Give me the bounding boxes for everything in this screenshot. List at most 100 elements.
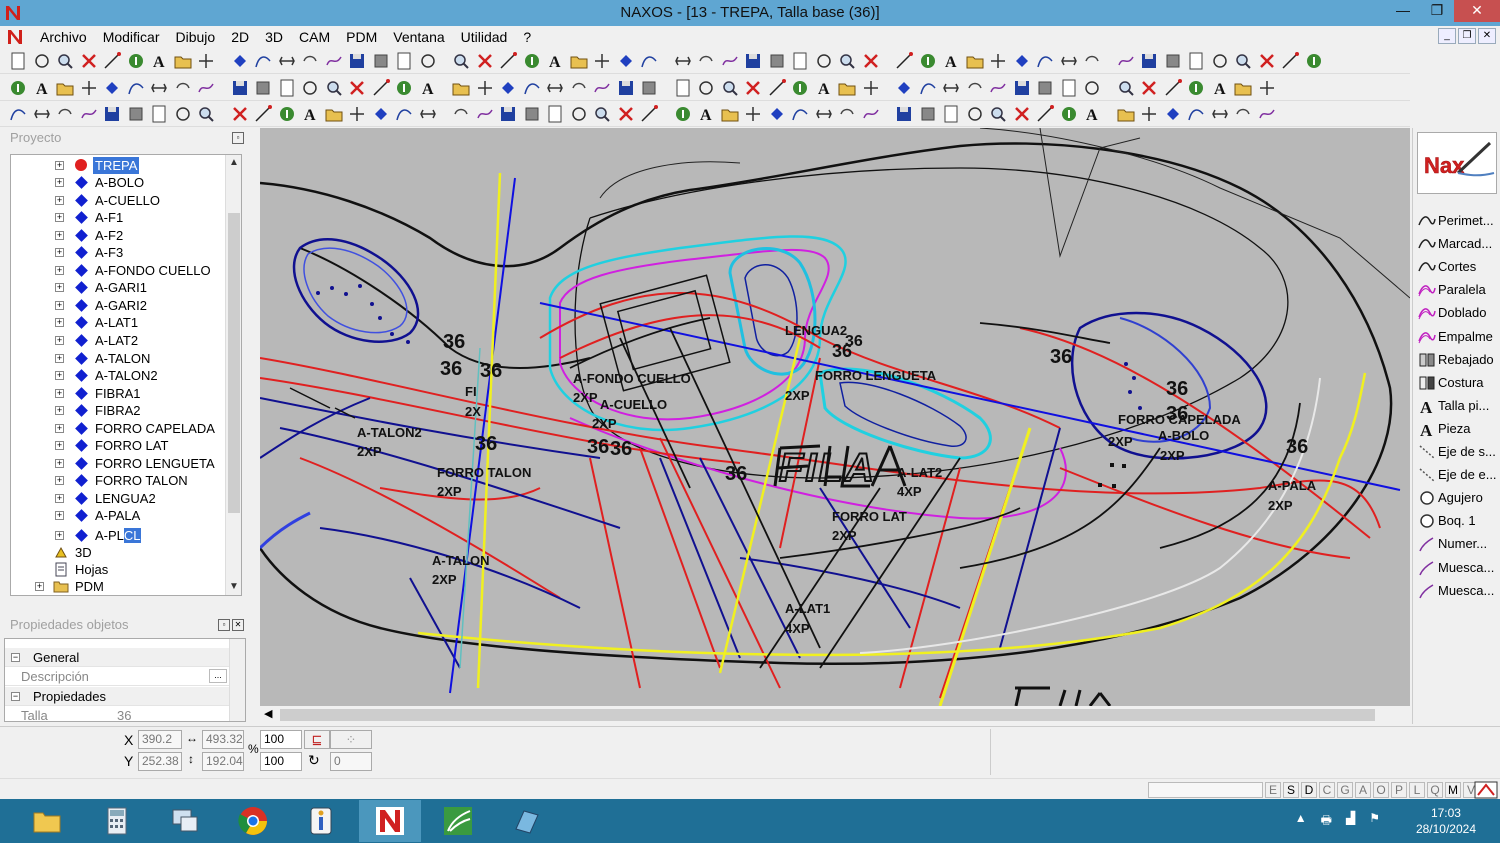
toolbar-tool-icon[interactable] bbox=[1210, 51, 1230, 71]
toolbar-tool-icon[interactable] bbox=[173, 78, 193, 98]
tool-button[interactable]: Doblado bbox=[1417, 302, 1500, 324]
toolbar-tool-icon[interactable] bbox=[126, 51, 146, 71]
toolbar-tool-icon[interactable] bbox=[79, 104, 99, 124]
expand-icon[interactable]: + bbox=[55, 423, 64, 433]
scale-y-field[interactable]: 100 bbox=[260, 752, 302, 771]
tree-item-hojas[interactable]: Hojas bbox=[11, 561, 226, 578]
restore-button[interactable]: ❐ bbox=[1420, 0, 1454, 22]
expand-icon[interactable]: + bbox=[55, 371, 64, 381]
toolbar-tool-icon[interactable] bbox=[522, 78, 542, 98]
tree-item-pdm[interactable]: + PDM bbox=[11, 578, 226, 595]
height-field[interactable]: 192.04 bbox=[202, 752, 244, 771]
toolbar-tool-icon[interactable] bbox=[475, 51, 495, 71]
expand-icon[interactable]: + bbox=[35, 582, 44, 591]
tool-button[interactable]: Rebajado bbox=[1417, 349, 1500, 371]
expand-icon[interactable]: + bbox=[55, 388, 64, 398]
status-toggle[interactable]: L bbox=[1409, 782, 1425, 798]
toolbar-tool-icon[interactable] bbox=[324, 104, 344, 124]
doc-close-button[interactable]: ✕ bbox=[1478, 28, 1496, 44]
toolbar-tool-icon[interactable] bbox=[1186, 78, 1206, 98]
toolbar-tool-icon[interactable] bbox=[277, 104, 297, 124]
toolbar-tool-icon[interactable] bbox=[371, 104, 391, 124]
toolbar-tool-icon[interactable] bbox=[1280, 51, 1300, 71]
toolbar-tool-icon[interactable] bbox=[767, 51, 787, 71]
toolbar-tool-icon[interactable] bbox=[837, 78, 857, 98]
rotation-field[interactable]: 0 bbox=[330, 752, 372, 771]
toolbar-tool-icon[interactable] bbox=[965, 104, 985, 124]
toolbar-tool-icon[interactable] bbox=[324, 51, 344, 71]
toolbar-tool-icon[interactable] bbox=[1139, 104, 1159, 124]
toolbar-tool-icon[interactable] bbox=[837, 104, 857, 124]
toolbar-tool-icon[interactable] bbox=[230, 78, 250, 98]
toolbar-tool-icon[interactable] bbox=[498, 51, 518, 71]
tool-button[interactable]: Marcad... bbox=[1417, 233, 1500, 255]
toolbar-tool-icon[interactable] bbox=[569, 78, 589, 98]
status-toggle[interactable]: D bbox=[1301, 782, 1317, 798]
toolbar-tool-icon[interactable] bbox=[616, 78, 636, 98]
toolbar-tool-icon[interactable] bbox=[696, 51, 716, 71]
status-toggle[interactable]: A bbox=[1355, 782, 1371, 798]
tree-item[interactable]: + A-TALON2 bbox=[11, 367, 226, 384]
tool-button[interactable]: Muesca... bbox=[1417, 580, 1500, 602]
tool-button[interactable]: A Talla pi... bbox=[1417, 395, 1500, 417]
tool-button[interactable]: Numer... bbox=[1417, 533, 1500, 555]
toolbar-tool-icon[interactable] bbox=[918, 51, 938, 71]
tree-item[interactable]: + FORRO CAPELADA bbox=[11, 420, 226, 437]
toolbar-tool-icon[interactable] bbox=[918, 78, 938, 98]
toolbar-tool-icon[interactable]: A bbox=[545, 51, 565, 71]
toolbar-tool-icon[interactable] bbox=[767, 78, 787, 98]
toolbar-tool-icon[interactable] bbox=[790, 104, 810, 124]
menu-3d[interactable]: 3D bbox=[257, 29, 291, 45]
menu-pdm[interactable]: PDM bbox=[338, 29, 385, 45]
toolbar-tool-icon[interactable] bbox=[1116, 51, 1136, 71]
menu-archivo[interactable]: Archivo bbox=[32, 29, 95, 45]
toolbar-tool-icon[interactable] bbox=[720, 78, 740, 98]
tree-item[interactable]: + A-FONDO CUELLO bbox=[11, 262, 226, 279]
prop-talla-value[interactable]: 36 bbox=[113, 706, 229, 721]
doc-restore-button[interactable]: ❐ bbox=[1458, 28, 1476, 44]
toolbar-tool-icon[interactable] bbox=[743, 104, 763, 124]
scroll-left-icon[interactable]: ◀ bbox=[264, 707, 272, 720]
toolbar-tool-icon[interactable] bbox=[1082, 51, 1102, 71]
menu-ventana[interactable]: Ventana bbox=[385, 29, 452, 45]
expand-icon[interactable]: + bbox=[55, 248, 64, 258]
toolbar-tool-icon[interactable] bbox=[592, 51, 612, 71]
expand-icon[interactable]: + bbox=[55, 265, 64, 275]
toolbar-tool-icon[interactable] bbox=[126, 104, 146, 124]
toolbar-tool-icon[interactable] bbox=[8, 78, 28, 98]
toolbar-tool-icon[interactable] bbox=[861, 78, 881, 98]
tool-button[interactable]: Costura bbox=[1417, 372, 1500, 394]
toolbar-tool-icon[interactable] bbox=[1163, 104, 1183, 124]
toolbar-tool-icon[interactable] bbox=[545, 104, 565, 124]
tree-item[interactable]: + LENGUA2 bbox=[11, 490, 226, 507]
toolbar-tool-icon[interactable] bbox=[1139, 78, 1159, 98]
toolbar-tool-icon[interactable] bbox=[149, 104, 169, 124]
x-coordinate-field[interactable]: 390.2 bbox=[138, 730, 182, 749]
toolbar-tool-icon[interactable] bbox=[743, 51, 763, 71]
toolbar-tool-icon[interactable] bbox=[941, 104, 961, 124]
tree-item[interactable]: + A-PALA bbox=[11, 507, 226, 524]
toolbar-tool-icon[interactable]: A bbox=[696, 104, 716, 124]
collapse-icon[interactable]: − bbox=[11, 653, 20, 662]
tree-item[interactable]: + A-LAT1 bbox=[11, 314, 226, 331]
toolbar-tool-icon[interactable] bbox=[55, 78, 75, 98]
toolbar-tool-icon[interactable] bbox=[639, 104, 659, 124]
toolbar-tool-icon[interactable] bbox=[1059, 51, 1079, 71]
tool-button[interactable]: Boq. 1 bbox=[1417, 510, 1500, 532]
toolbar-tool-icon[interactable] bbox=[1163, 78, 1183, 98]
status-toggle[interactable]: P bbox=[1391, 782, 1407, 798]
expand-icon[interactable]: + bbox=[55, 283, 64, 293]
expand-icon[interactable]: + bbox=[55, 195, 64, 205]
toolbar-tool-icon[interactable] bbox=[1059, 78, 1079, 98]
tree-item[interactable]: + FORRO TALON bbox=[11, 472, 226, 489]
toolbar-tool-icon[interactable] bbox=[861, 51, 881, 71]
taskbar-green-app[interactable] bbox=[427, 800, 489, 842]
taskbar-chrome[interactable] bbox=[222, 800, 284, 842]
tree-item[interactable]: + A-F2 bbox=[11, 227, 226, 244]
toolbar-tool-icon[interactable] bbox=[790, 51, 810, 71]
toolbar-tool-icon[interactable] bbox=[569, 104, 589, 124]
taskbar-naxos[interactable] bbox=[359, 800, 421, 842]
toolbar-tool-icon[interactable] bbox=[451, 78, 471, 98]
toolbar-tool-icon[interactable] bbox=[894, 51, 914, 71]
close-button[interactable]: ✕ bbox=[1454, 0, 1500, 22]
